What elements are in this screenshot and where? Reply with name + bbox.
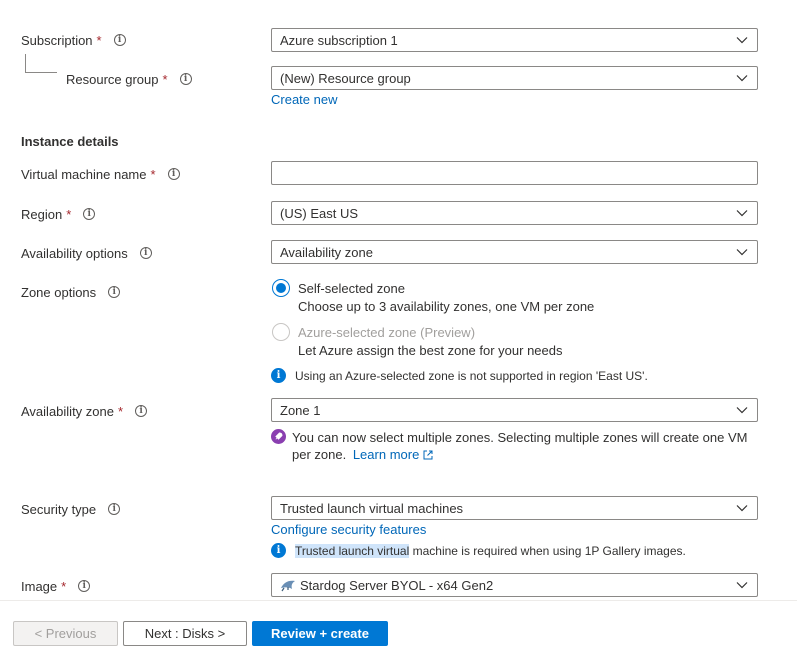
required-asterisk: * bbox=[66, 206, 72, 222]
vm-name-input[interactable] bbox=[271, 161, 758, 185]
required-asterisk: * bbox=[150, 166, 156, 182]
subscription-label: Subscription * i bbox=[21, 31, 126, 49]
tree-connector bbox=[25, 72, 57, 73]
required-asterisk: * bbox=[162, 71, 168, 87]
info-icon[interactable]: i bbox=[78, 580, 91, 592]
chevron-down-icon bbox=[736, 249, 748, 256]
required-asterisk: * bbox=[96, 32, 102, 48]
info-icon[interactable]: i bbox=[139, 247, 152, 259]
resource-group-label: Resource group * i bbox=[66, 70, 192, 88]
multi-zone-note: You can now select multiple zones. Selec… bbox=[271, 429, 747, 463]
security-type-dropdown[interactable]: Trusted launch virtual machines bbox=[271, 496, 758, 520]
region-label: Region * i bbox=[21, 205, 96, 223]
radio-label-self-selected: Self-selected zone bbox=[298, 281, 405, 296]
zone-info-note: i Using an Azure-selected zone is not su… bbox=[271, 368, 648, 383]
info-icon[interactable]: i bbox=[83, 208, 96, 220]
radio-self-selected-zone[interactable] bbox=[272, 279, 290, 297]
required-asterisk: * bbox=[117, 403, 124, 419]
info-icon[interactable]: i bbox=[167, 168, 180, 180]
image-dropdown[interactable]: Stardog Server BYOL - x64 Gen2 bbox=[271, 573, 758, 597]
chevron-down-icon bbox=[736, 582, 748, 589]
stardog-logo-icon bbox=[281, 580, 295, 592]
radio-label-azure-selected: Azure-selected zone (Preview) bbox=[298, 325, 476, 340]
radio-desc-azure-selected: Let Azure assign the best zone for your … bbox=[298, 343, 563, 358]
subscription-dropdown[interactable]: Azure subscription 1 bbox=[271, 28, 758, 52]
review-create-button[interactable]: Review + create bbox=[252, 621, 388, 646]
chevron-down-icon bbox=[736, 37, 748, 44]
tree-connector bbox=[25, 54, 26, 72]
chevron-down-icon bbox=[736, 210, 748, 217]
resource-group-dropdown[interactable]: (New) Resource group bbox=[271, 66, 758, 90]
chevron-down-icon bbox=[736, 505, 748, 512]
info-icon[interactable]: i bbox=[108, 286, 121, 298]
zone-options-label: Zone options i bbox=[21, 283, 121, 301]
availability-zone-dropdown[interactable]: Zone 1 bbox=[271, 398, 758, 422]
radio-desc-self-selected: Choose up to 3 availability zones, one V… bbox=[298, 299, 595, 314]
rocket-icon bbox=[271, 429, 286, 444]
footer-bar bbox=[0, 600, 797, 651]
info-icon[interactable]: i bbox=[179, 73, 192, 85]
info-icon[interactable]: i bbox=[108, 503, 121, 515]
radio-azure-selected-zone[interactable] bbox=[272, 323, 290, 341]
availability-options-dropdown[interactable]: Availability zone bbox=[271, 240, 758, 264]
chevron-down-icon bbox=[736, 75, 748, 82]
availability-zone-label: Availability zone * i bbox=[21, 402, 148, 420]
learn-more-link[interactable]: Learn more bbox=[353, 447, 433, 462]
vm-name-label: Virtual machine name * i bbox=[21, 165, 180, 183]
previous-button[interactable]: < Previous bbox=[13, 621, 118, 646]
required-asterisk: * bbox=[61, 578, 67, 594]
trusted-launch-note: i Trusted launch virtual machine is requ… bbox=[271, 543, 686, 558]
info-icon[interactable]: i bbox=[135, 405, 148, 417]
configure-security-link[interactable]: Configure security features bbox=[271, 522, 426, 537]
availability-options-label: Availability options i bbox=[21, 244, 152, 262]
image-label: Image * i bbox=[21, 577, 91, 595]
section-heading: Instance details bbox=[21, 134, 119, 149]
external-link-icon bbox=[423, 450, 433, 460]
chevron-down-icon bbox=[736, 407, 748, 414]
region-dropdown[interactable]: (US) East US bbox=[271, 201, 758, 225]
info-circle-icon: i bbox=[271, 543, 286, 558]
next-disks-button[interactable]: Next : Disks > bbox=[123, 621, 247, 646]
create-new-link[interactable]: Create new bbox=[271, 92, 337, 107]
info-circle-icon: i bbox=[271, 368, 286, 383]
security-type-label: Security type i bbox=[21, 500, 121, 518]
info-icon[interactable]: i bbox=[113, 34, 126, 46]
